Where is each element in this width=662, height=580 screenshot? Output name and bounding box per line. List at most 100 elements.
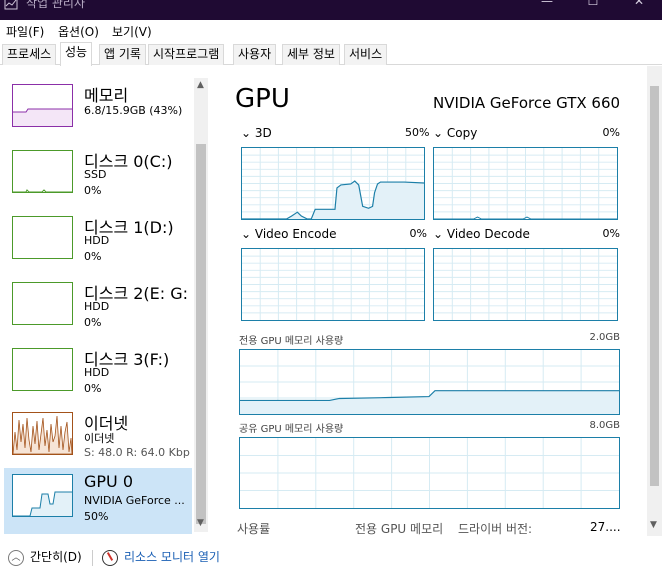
sidebar-item-usage: 50% [84, 510, 109, 523]
gpu-model-name: NVIDIA GeForce GTX 660 [433, 94, 621, 112]
gpu-detail-panel: GPU NVIDIA GeForce GTX 660 ⌄ 3D 50% ⌄ Co… [215, 66, 662, 536]
tab-services[interactable]: 서비스 [344, 44, 388, 65]
sidebar-item-usage: 0% [84, 316, 102, 329]
engine-video-encode-graph [241, 248, 425, 321]
disk-1-thumbnail [12, 216, 73, 259]
resource-monitor-icon [102, 549, 118, 566]
page-title: GPU [235, 84, 290, 114]
sidebar-item-gpu-model: NVIDIA GeForce ... [84, 494, 185, 507]
tab-details[interactable]: 세부 정보 [282, 44, 340, 65]
tab-users[interactable]: 사용자 [233, 44, 277, 65]
shared-memory-max: 8.0GB [589, 420, 620, 431]
driver-version-label: 드라이버 버전: [458, 522, 533, 536]
sidebar: 메모리 6.8/15.9GB (43%) 디스크 0(C:) SSD 0% 디스… [0, 66, 213, 536]
sidebar-item-disk-0[interactable]: 디스크 0(C:) SSD 0% [4, 144, 192, 208]
engine-label: 3D [254, 126, 272, 140]
sidebar-item-type: HDD [84, 300, 110, 313]
menu-view[interactable]: 보기(V) [112, 23, 152, 40]
disk-3-thumbnail [12, 348, 73, 391]
gpu-0-thumbnail [12, 474, 73, 517]
window-title: 작업 관리자 [26, 0, 86, 10]
tab-app-history[interactable]: 앱 기록 [99, 44, 146, 65]
engine-copy-graph [433, 147, 618, 220]
sidebar-item-type: SSD [84, 168, 107, 181]
disk-0-thumbnail [12, 150, 73, 193]
engine-video-decode-chart [434, 249, 617, 320]
tab-performance[interactable]: 성능 [60, 42, 93, 66]
open-resource-monitor-link[interactable]: 리소스 모니터 열기 [102, 548, 220, 566]
chevron-up-icon: ︿ [8, 549, 24, 566]
engine-copy-chart [434, 148, 617, 219]
scroll-up-icon[interactable]: ▲ [197, 80, 204, 90]
title-bar: 작업 관리자 — ☐ ✕ [0, 0, 662, 20]
memory-thumbnail [12, 84, 73, 127]
fewer-details-label: 간단히(D) [30, 550, 82, 564]
tab-processes[interactable]: 프로세스 [2, 44, 57, 65]
chevron-down-icon: ⌄ [433, 227, 444, 241]
tab-strip: 프로세스 성능 앱 기록 시작프로그램 사용자 세부 정보 서비스 [0, 42, 662, 66]
menu-file[interactable]: 파일(F) [6, 23, 44, 40]
chevron-down-icon: ⌄ [433, 126, 444, 140]
engine-video-encode-chart [242, 249, 424, 320]
tab-startup[interactable]: 시작프로그램 [148, 44, 225, 65]
shared-memory-chart [240, 438, 619, 508]
sidebar-scrollbar-thumb[interactable] [196, 144, 206, 524]
scroll-down-icon[interactable]: ▼ [197, 518, 204, 528]
dedicated-memory-chart [240, 350, 619, 414]
sidebar-item-name: 메모리 [84, 86, 129, 105]
chevron-down-icon: ⌄ [241, 126, 252, 140]
sidebar-item-type: HDD [84, 366, 110, 379]
sidebar-item-usage: 0% [84, 250, 102, 263]
main-scrollbar[interactable]: ▼ [647, 66, 662, 536]
sidebar-item-type: HDD [84, 234, 110, 247]
sidebar-item-name: GPU 0 [84, 472, 134, 491]
sidebar-item-disk-3[interactable]: 디스크 3(F:) HDD 0% [4, 342, 192, 406]
engine-video-encode-value: 0% [409, 227, 427, 240]
engine-3d-dropdown[interactable]: ⌄ 3D [241, 126, 272, 140]
engine-video-decode-graph [433, 248, 618, 321]
usage-label: 사용률 [237, 522, 271, 536]
engine-video-decode-dropdown[interactable]: ⌄ Video Decode [433, 227, 530, 241]
footer: ︿ 간단히(D) 리소스 모니터 열기 [0, 540, 662, 580]
task-manager-icon [4, 0, 18, 10]
footer-divider [92, 550, 93, 566]
engine-3d-value: 50% [405, 126, 430, 139]
sidebar-item-disk-1[interactable]: 디스크 1(D:) HDD 0% [4, 210, 192, 274]
engine-3d-graph [241, 147, 425, 220]
engine-label: Video Decode [446, 227, 530, 241]
sidebar-item-ethernet[interactable]: 이더넷 이더넷 S: 48.0 R: 64.0 Kbp [4, 406, 192, 470]
sidebar-item-adapter: 이더넷 [84, 432, 115, 445]
scroll-down-icon[interactable]: ▼ [650, 520, 657, 530]
sidebar-item-usage: 0% [84, 184, 102, 197]
resource-monitor-label: 리소스 모니터 열기 [124, 550, 220, 564]
ethernet-thumbnail [12, 412, 73, 455]
chevron-down-icon: ⌄ [241, 227, 252, 241]
engine-video-encode-dropdown[interactable]: ⌄ Video Encode [241, 227, 336, 241]
engine-3d-chart [242, 148, 424, 219]
engine-copy-value: 0% [602, 126, 620, 139]
shared-memory-graph [239, 437, 620, 509]
menu-bar: 파일(F) 옵션(O) 보기(V) [0, 20, 662, 42]
disk-2-thumbnail [12, 282, 73, 325]
sidebar-item-usage: 0% [84, 382, 102, 395]
minimize-button[interactable]: — [524, 0, 570, 14]
dedicated-memory-stat-label: 전용 GPU 메모리 [355, 522, 444, 536]
close-button[interactable]: ✕ [616, 0, 662, 14]
sidebar-item-throughput: S: 48.0 R: 64.0 Kbp [84, 446, 190, 459]
engine-copy-dropdown[interactable]: ⌄ Copy [433, 126, 477, 140]
engine-label: Video Encode [254, 227, 337, 241]
engine-label: Copy [446, 126, 478, 140]
sidebar-item-memory[interactable]: 메모리 6.8/15.9GB (43%) [4, 78, 192, 142]
dedicated-memory-label: 전용 GPU 메모리 사용량 [239, 336, 344, 347]
menu-options[interactable]: 옵션(O) [58, 23, 99, 40]
sidebar-item-gpu-0[interactable]: GPU 0 NVIDIA GeForce ... 50% [4, 468, 192, 534]
driver-version-value: 27.... [590, 520, 621, 534]
main-scrollbar-thumb[interactable] [650, 86, 659, 486]
sidebar-scrollbar[interactable]: ▲ ▼ [194, 78, 208, 532]
engine-video-decode-value: 0% [602, 227, 620, 240]
sidebar-item-disk-2[interactable]: 디스크 2(E: G: I HDD 0% [4, 276, 198, 340]
fewer-details-button[interactable]: ︿ 간단히(D) [8, 548, 82, 566]
dedicated-memory-max: 2.0GB [589, 332, 620, 343]
shared-memory-label: 공유 GPU 메모리 사용량 [239, 424, 344, 435]
maximize-button[interactable]: ☐ [570, 0, 616, 14]
